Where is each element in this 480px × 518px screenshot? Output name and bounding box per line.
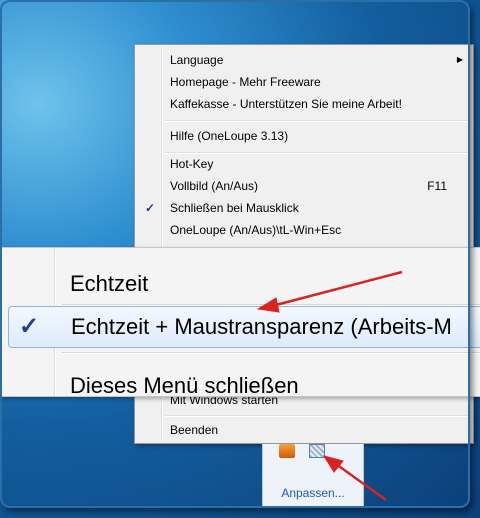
customize-link[interactable]: Anpassen... bbox=[263, 486, 363, 500]
menu-item-schliessen-bei-mausklick[interactable]: ✓ Schließen bei Mausklick bbox=[137, 197, 471, 219]
menu-item-language[interactable]: Language ▶ bbox=[137, 49, 471, 71]
menu-item-vollbild[interactable]: Vollbild (An/Aus) F11 bbox=[137, 175, 471, 197]
menu-item-dieses-menue-schliessen[interactable]: Dieses Menü schließen bbox=[8, 366, 480, 397]
menu-item-oneloupe-toggle[interactable]: OneLoupe (An/Aus)\tL-Win+Esc bbox=[137, 219, 471, 241]
menu-item-label: Kaffekasse - Unterstützen Sie meine Arbe… bbox=[170, 97, 402, 111]
menu-item-label: Beenden bbox=[170, 423, 219, 437]
menu-item-label: Homepage - Mehr Freeware bbox=[170, 75, 321, 89]
checkmark-icon: ✓ bbox=[145, 201, 156, 215]
oneloupe-tray-icon[interactable] bbox=[309, 444, 325, 458]
menu-item-beenden[interactable]: Beenden bbox=[137, 419, 471, 441]
submenu-arrow-icon: ▶ bbox=[456, 55, 463, 64]
menu-item-label: Hot-Key bbox=[170, 157, 214, 171]
menu-item-shortcut: F11 bbox=[427, 179, 447, 193]
menu-item-label: Schließen bei Mausklick bbox=[170, 201, 299, 215]
menu-item-label: Language bbox=[170, 53, 224, 67]
menu-item-hotkey[interactable]: Hot-Key bbox=[137, 153, 471, 175]
menu-item-hilfe[interactable]: Hilfe (OneLoupe 3.13) bbox=[137, 125, 471, 147]
menu-item-kaffekasse[interactable]: Kaffekasse - Unterstützen Sie meine Arbe… bbox=[137, 93, 471, 115]
menu-item-homepage[interactable]: Homepage - Mehr Freeware bbox=[137, 71, 471, 93]
checkmark-icon: ✓ bbox=[19, 313, 40, 340]
menu-separator bbox=[165, 120, 469, 122]
menu-separator bbox=[62, 352, 480, 354]
magnified-menu-view: Echtzeit ✓ Echtzeit + Maustransparenz (A… bbox=[0, 247, 480, 397]
menu-item-label: Vollbild (An/Aus) bbox=[170, 179, 259, 193]
menu-item-label: Hilfe (OneLoupe 3.13) bbox=[170, 129, 289, 143]
menu-separator bbox=[165, 415, 469, 417]
menu-item-echtzeit[interactable]: Echtzeit bbox=[8, 264, 480, 304]
menu-item-label: Echtzeit + Maustransparenz (Arbeits-M bbox=[71, 314, 452, 339]
menu-item-label: OneLoupe (An/Aus)\tL-Win+Esc bbox=[170, 223, 342, 237]
notification-area-overflow: Anpassen... bbox=[262, 444, 364, 508]
menu-item-label: Echtzeit bbox=[70, 271, 149, 296]
app-orange-icon[interactable] bbox=[279, 444, 295, 458]
menu-item-echtzeit-maustransparenz[interactable]: ✓ Echtzeit + Maustransparenz (Arbeits-M bbox=[8, 306, 480, 348]
menu-item-label: Dieses Menü schließen bbox=[70, 373, 299, 397]
